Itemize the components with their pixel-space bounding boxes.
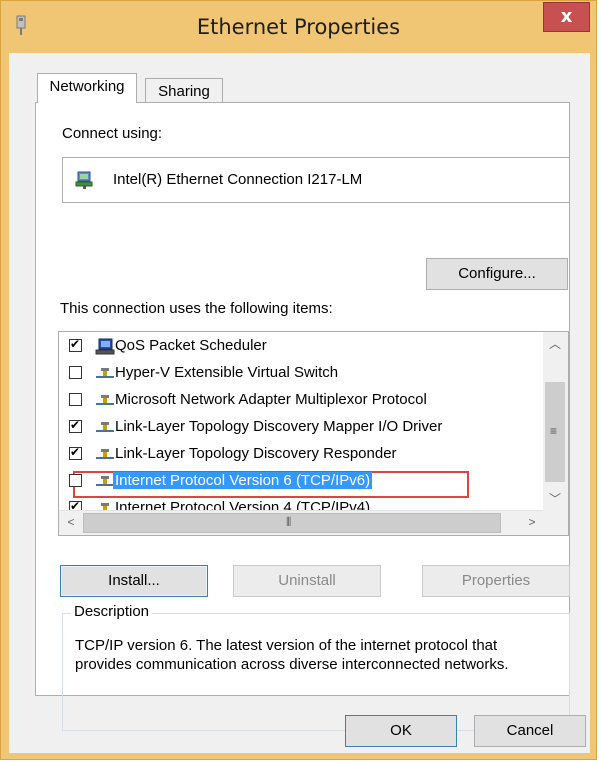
uninstall-button[interactable]: Uninstall: [233, 565, 381, 597]
list-item[interactable]: Microsoft Network Adapter Multiplexor Pr…: [69, 388, 539, 415]
adapter-name: Intel(R) Ethernet Connection I217-LM: [113, 171, 363, 188]
network-protocol-icon: [96, 422, 114, 432]
items-label: This connection uses the following items…: [60, 300, 333, 317]
item-checkbox[interactable]: ✔: [69, 337, 82, 352]
scroll-down-icon[interactable]: ﹀: [544, 489, 566, 509]
window-title: Ethernet Properties: [196, 15, 401, 39]
item-label: Link-Layer Topology Discovery Responder: [115, 445, 397, 462]
network-protocol-icon: [96, 395, 114, 405]
description-text: TCP/IP version 6. The latest version of …: [75, 637, 509, 673]
description-group: Description TCP/IP version 6. The latest…: [62, 603, 570, 731]
grip-icon: ⦀: [286, 515, 292, 529]
list-item[interactable]: ✔ QoS Packet Scheduler: [69, 334, 539, 361]
properties-button[interactable]: Properties: [422, 565, 570, 597]
item-checkbox[interactable]: ✔: [69, 418, 82, 433]
item-label: Microsoft Network Adapter Multiplexor Pr…: [115, 391, 427, 408]
item-checkbox[interactable]: ✔: [69, 445, 82, 460]
ethernet-properties-window: Ethernet Properties x Networking Sharing…: [0, 0, 597, 760]
close-button[interactable]: x: [543, 2, 590, 32]
horizontal-scroll-thumb[interactable]: ⦀: [83, 513, 501, 533]
tab-networking-label: Networking: [49, 78, 125, 95]
scroll-right-icon[interactable]: >: [521, 512, 543, 532]
ok-button[interactable]: OK: [345, 715, 457, 747]
item-checkbox[interactable]: [69, 366, 82, 379]
dialog-client: Networking Sharing Connect using: Intel(…: [9, 53, 590, 753]
list-item-selected[interactable]: Internet Protocol Version 6 (TCP/IPv6): [69, 469, 539, 498]
horizontal-scrollbar[interactable]: < ⦀ >: [59, 510, 545, 535]
network-protocol-icon: [96, 476, 114, 486]
vertical-scrollbar[interactable]: ︿ ≡ ﹀: [543, 332, 568, 511]
network-adapter-icon: [75, 171, 93, 189]
vertical-scroll-thumb[interactable]: ≡: [545, 382, 565, 482]
list-item[interactable]: Hyper-V Extensible Virtual Switch: [69, 361, 539, 388]
grip-icon: ≡: [550, 424, 558, 438]
title-bar[interactable]: Ethernet Properties x: [1, 1, 596, 53]
configure-button[interactable]: Configure...: [426, 258, 568, 290]
adapter-box: Intel(R) Ethernet Connection I217-LM: [62, 157, 570, 203]
tab-sharing-label: Sharing: [158, 83, 210, 100]
item-label: Internet Protocol Version 6 (TCP/IPv6): [113, 472, 373, 489]
networking-panel: Connect using: Intel(R) Ethernet Connect…: [35, 102, 570, 731]
item-checkbox[interactable]: [69, 393, 82, 406]
tab-sharing[interactable]: Sharing: [145, 78, 223, 104]
scrollbar-corner: [543, 510, 568, 535]
list-item[interactable]: ✔ Link-Layer Topology Discovery Responde…: [69, 442, 539, 469]
item-label: Link-Layer Topology Discovery Mapper I/O…: [115, 418, 443, 435]
network-protocol-icon: [96, 449, 114, 459]
scroll-left-icon[interactable]: <: [60, 512, 82, 532]
install-button[interactable]: Install...: [60, 565, 208, 597]
description-legend: Description: [71, 603, 153, 620]
items-list[interactable]: ✔ QoS Packet Scheduler Hyper-V Extensibl…: [58, 331, 569, 536]
cancel-button[interactable]: Cancel: [474, 715, 586, 747]
item-label: Hyper-V Extensible Virtual Switch: [115, 364, 339, 381]
tab-networking[interactable]: Networking: [37, 73, 137, 103]
item-label: QoS Packet Scheduler: [115, 337, 267, 354]
qos-scheduler-icon: [95, 338, 115, 355]
connect-using-label: Connect using:: [62, 125, 163, 142]
close-icon: x: [560, 6, 573, 27]
network-protocol-icon: [96, 368, 114, 378]
item-checkbox[interactable]: [69, 474, 82, 487]
scroll-up-icon[interactable]: ︿: [544, 334, 566, 354]
list-item[interactable]: ✔ Link-Layer Topology Discovery Mapper I…: [69, 415, 539, 442]
